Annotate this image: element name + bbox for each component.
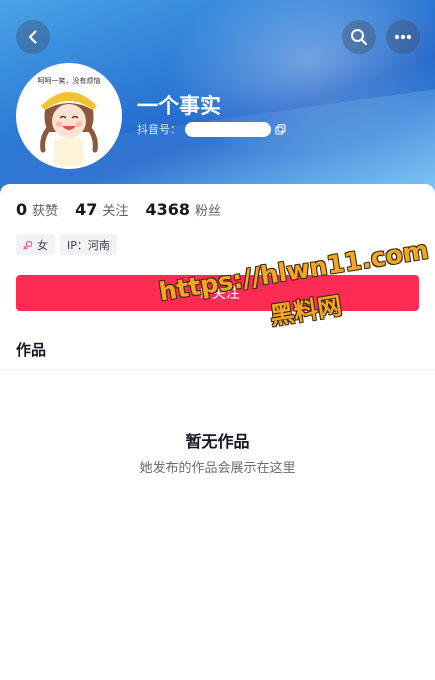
watermark-name: 黑料网 — [268, 291, 344, 331]
empty-state-subtitle: 她发布的作品会展示在这里 — [139, 461, 296, 476]
ip-location-label: IP：河南 — [67, 238, 110, 252]
avatar-caption: 呵呵一笑，没有烦恼 — [38, 76, 101, 85]
gender-label: 女 — [37, 238, 48, 252]
more-horizontal-icon — [394, 34, 412, 40]
account-id-redacted — [185, 121, 271, 137]
stat-value: 4368 — [145, 200, 190, 219]
stat-followers[interactable]: 4368 粉丝 — [145, 200, 221, 219]
chevron-left-icon — [28, 30, 37, 44]
female-symbol-icon — [23, 240, 33, 250]
empty-state-title: 暂无作品 — [185, 432, 250, 451]
ip-location-tag: IP：河南 — [60, 234, 117, 255]
tab-works[interactable]: 作品 — [16, 339, 46, 360]
avatar[interactable]: 呵呵一笑，没有烦恼 — [16, 63, 122, 169]
stat-label: 关注 — [102, 204, 129, 219]
stat-value: 47 — [75, 200, 98, 219]
more-button[interactable] — [386, 20, 420, 54]
gender-tag: 女 — [16, 234, 55, 255]
stat-label: 获赞 — [32, 204, 59, 219]
copy-icon[interactable] — [275, 123, 286, 135]
cartoon-girl-avatar-image: 呵呵一笑，没有烦恼 — [19, 66, 119, 166]
back-button[interactable] — [16, 20, 50, 54]
stat-likes: 0 获赞 — [16, 200, 58, 219]
stats-row: 0 获赞 47 关注 4368 粉丝 — [16, 200, 238, 219]
search-button[interactable] — [342, 20, 376, 54]
account-id-row: 抖音号： — [137, 121, 286, 137]
profile-tags: 女 IP：河南 — [16, 234, 122, 255]
stat-value: 0 — [16, 200, 28, 219]
stat-label: 粉丝 — [194, 204, 221, 219]
stat-following[interactable]: 47 关注 — [75, 200, 128, 219]
divider — [0, 369, 435, 370]
account-label: 抖音号： — [137, 123, 181, 136]
search-icon — [351, 29, 368, 46]
nickname: 一个事实 — [137, 94, 221, 118]
